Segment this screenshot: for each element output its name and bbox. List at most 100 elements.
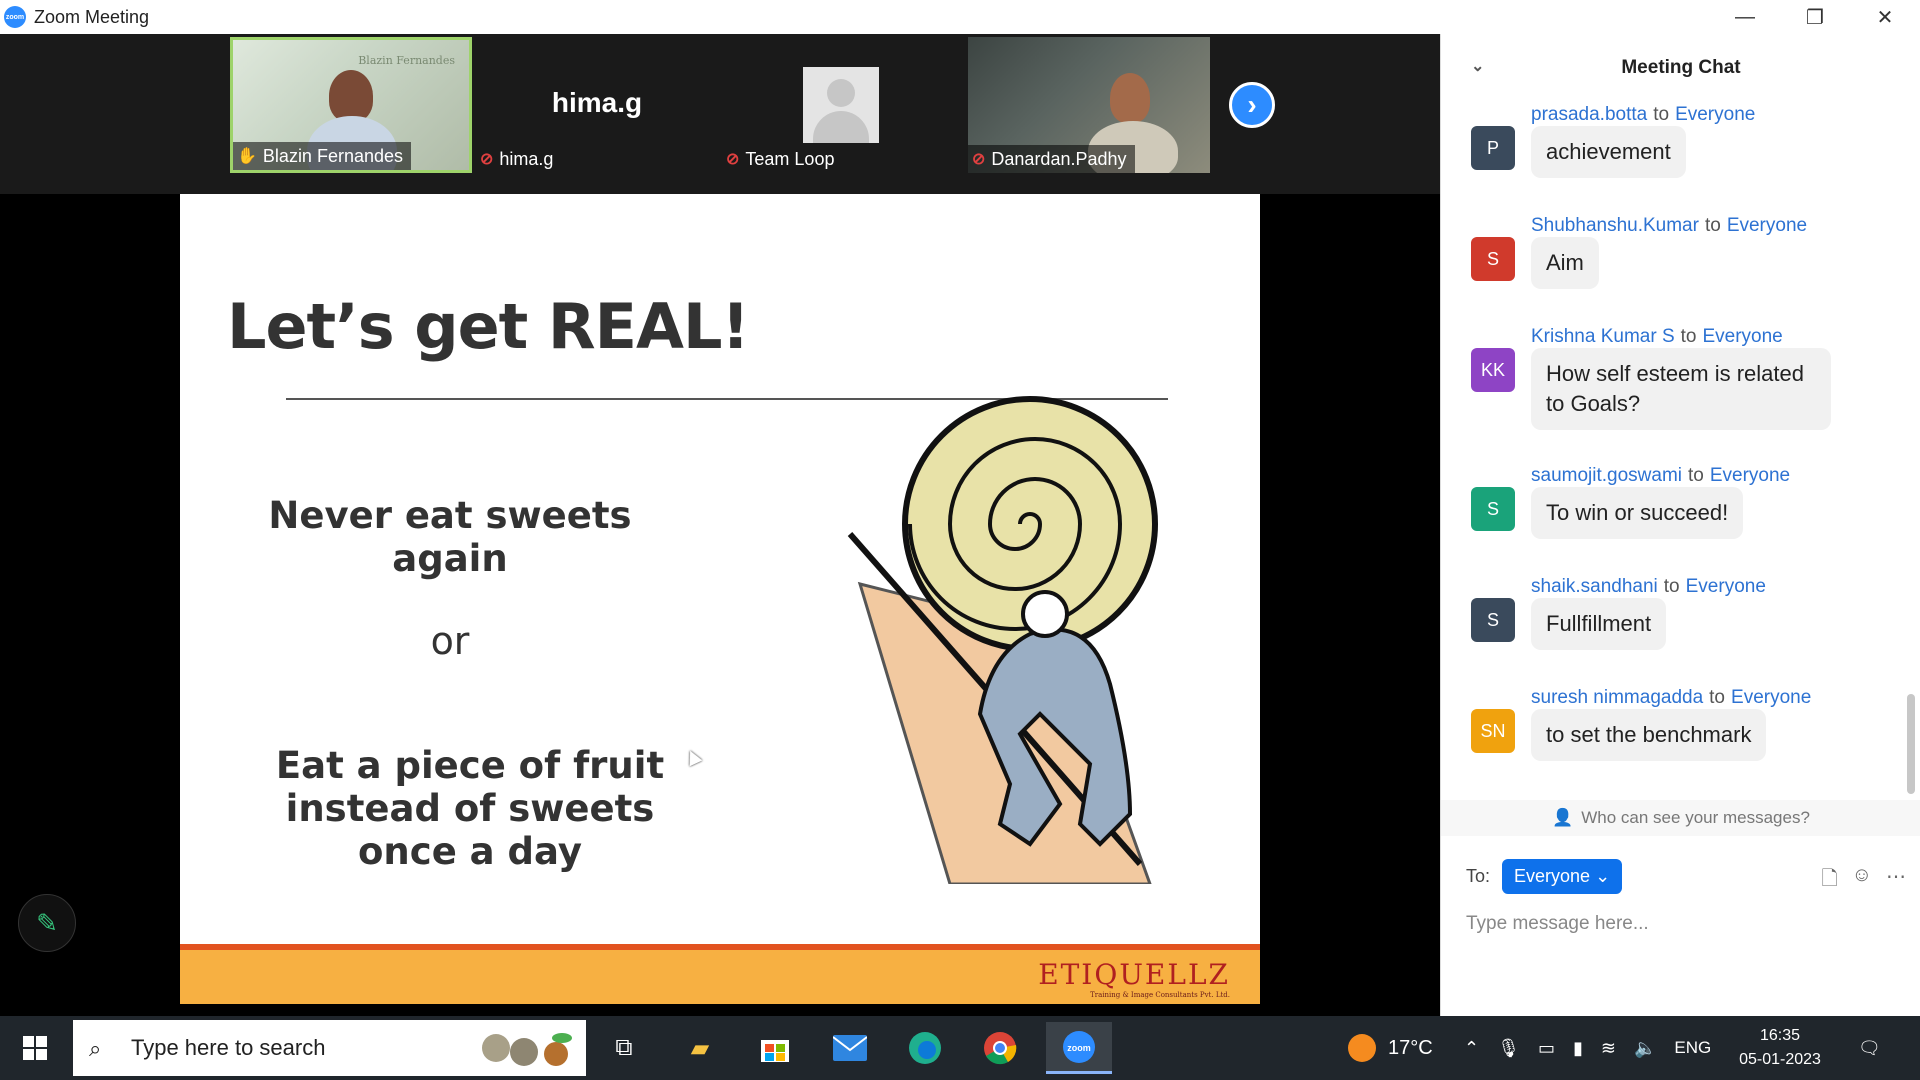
clock[interactable]: 16:35 05-01-2023: [1720, 1024, 1840, 1072]
message-meta: Krishna Kumar Sto Everyone: [1531, 326, 1783, 347]
message-meta: prasada.botta to Everyone: [1531, 104, 1756, 125]
privacy-note-text: Who can see your messages?: [1581, 808, 1810, 827]
next-page-button[interactable]: ›: [1229, 82, 1275, 128]
language-indicator[interactable]: ENG: [1674, 1038, 1711, 1058]
participant-tile[interactable]: ⊘ Team Loop: [722, 37, 964, 173]
sender-name[interactable]: Shubhanshu.Kumar: [1531, 215, 1699, 236]
edge-icon[interactable]: [895, 1022, 955, 1074]
weather-temp: 17°C: [1388, 1036, 1433, 1059]
meeting-chat-panel: ⌄ Meeting Chat P prasada.botta to Everyone…: [1440, 34, 1920, 1016]
close-button[interactable]: ✕: [1850, 0, 1920, 34]
windows-logo-icon: [23, 1036, 47, 1060]
chat-header: ⌄ Meeting Chat: [1441, 34, 1920, 102]
notification-icon[interactable]: 🗨: [1858, 1016, 1881, 1080]
participant-face: [329, 70, 373, 122]
recipient-name[interactable]: Everyone: [1675, 104, 1755, 125]
sun-icon: [1348, 1034, 1376, 1062]
recipient-name[interactable]: Everyone: [1727, 215, 1807, 236]
sender-name[interactable]: shaik.sandhani: [1531, 576, 1658, 597]
sender-name[interactable]: prasada.botta: [1531, 104, 1647, 125]
chat-title: Meeting Chat: [1621, 57, 1741, 78]
avatar: P: [1471, 126, 1515, 170]
volume-icon[interactable]: 🔈: [1634, 1038, 1656, 1059]
recipient-name[interactable]: Everyone: [1710, 465, 1790, 486]
avatar-placeholder-icon: [803, 67, 879, 143]
recipient-dropdown[interactable]: Everyone ⌄: [1502, 858, 1623, 894]
chevron-down-icon[interactable]: ⌄: [1471, 56, 1484, 76]
avatar: S: [1471, 598, 1515, 642]
restore-button[interactable]: ❐: [1780, 0, 1850, 34]
chat-message-list[interactable]: P prasada.botta to Everyone achievement S …: [1441, 104, 1911, 800]
avatar: KK: [1471, 348, 1515, 392]
participant-tile[interactable]: hima.g ⊘ hima.g: [476, 37, 718, 173]
windows-taskbar: ⌕ Type here to search ⧉ ▰ zoom 17°C ⌃ 🎙 …: [0, 1016, 1920, 1080]
participant-name-tag: ✋ Blazin Fernandes: [233, 142, 412, 170]
backdrop-text: Blazin Fernandes: [358, 54, 455, 67]
message-input[interactable]: [1466, 904, 1896, 944]
mic-muted-icon: ⊘: [480, 151, 494, 168]
svg-text:zoom: zoom: [1067, 1043, 1091, 1053]
zoom-logo-icon: zoom: [4, 6, 26, 28]
wifi-icon[interactable]: ≋: [1601, 1038, 1616, 1059]
date: 05-01-2023: [1739, 1051, 1821, 1068]
search-placeholder: Type here to search: [131, 1035, 326, 1060]
shared-screen-slide: Let’s get REAL! Never eat sweets again o…: [180, 194, 1260, 1004]
file-explorer-icon[interactable]: ▰: [670, 1022, 730, 1074]
participant-name-tag: ⊘ Danardan.Padhy: [968, 145, 1135, 173]
meeting-area: Blazin Fernandes ✋ Blazin Fernandes hima…: [0, 34, 1440, 1016]
participant-name: Team Loop: [745, 148, 835, 169]
participant-tile[interactable]: ⊘ Danardan.Padhy: [968, 37, 1210, 173]
display-icon[interactable]: ▭: [1538, 1038, 1555, 1059]
weather-widget[interactable]: 17°C: [1348, 1016, 1433, 1080]
message-bubble: to set the benchmark: [1531, 709, 1767, 761]
etiquellz-logo: ETIQUELLZ Training & Image Consultants P…: [1038, 958, 1230, 999]
chat-scrollbar[interactable]: [1907, 694, 1915, 794]
window-controls: — ❐ ✕: [1710, 0, 1920, 34]
logo-text: ETIQUELLZ: [1038, 958, 1230, 991]
file-icon[interactable]: 🗋: [1821, 864, 1837, 898]
recipient-name[interactable]: Everyone: [1731, 687, 1811, 708]
sisyphus-illustration: [847, 396, 1158, 884]
minimize-button[interactable]: —: [1710, 0, 1780, 34]
slide-text-or: or: [430, 619, 470, 663]
participant-name-tag: ⊘ hima.g: [476, 145, 561, 173]
message-meta: suresh nimmagadda to Everyone: [1531, 687, 1812, 708]
battery-icon[interactable]: ▮: [1573, 1038, 1583, 1059]
slide-title: Let’s get REAL!: [227, 290, 750, 363]
message-meta: shaik.sandhani to Everyone: [1531, 576, 1766, 597]
sender-name[interactable]: saumojit.goswami: [1531, 465, 1682, 486]
participant-name: Danardan.Padhy: [991, 148, 1127, 169]
logo-subtext: Training & Image Consultants Pvt. Ltd.: [1090, 991, 1230, 999]
message-bubble: Aim: [1531, 237, 1599, 289]
sender-name[interactable]: Krishna Kumar S: [1531, 326, 1675, 347]
search-icon: ⌕: [89, 1036, 102, 1061]
recipient-name[interactable]: Everyone: [1686, 576, 1766, 597]
slide-text-option-2: Eat a piece of fruit instead of sweets o…: [275, 744, 665, 873]
pin-icon: ✋: [237, 148, 257, 165]
sender-name[interactable]: suresh nimmagadda: [1531, 687, 1703, 708]
privacy-note[interactable]: 👤 Who can see your messages?: [1441, 800, 1920, 836]
chevron-down-icon: ⌄: [1595, 865, 1611, 886]
taskbar-search[interactable]: ⌕ Type here to search: [73, 1020, 586, 1076]
mail-icon[interactable]: [820, 1022, 880, 1074]
zoom-app-icon[interactable]: zoom: [1046, 1022, 1112, 1074]
title-bar: zoom Zoom Meeting — ❐ ✕: [0, 0, 1920, 34]
start-button[interactable]: [0, 1016, 70, 1080]
microphone-icon[interactable]: 🎙: [1497, 1038, 1520, 1059]
participant-tile[interactable]: Blazin Fernandes ✋ Blazin Fernandes: [230, 37, 472, 173]
message-meta: Shubhanshu.Kumar to Everyone: [1531, 215, 1808, 236]
emoji-icon[interactable]: ☺: [1852, 864, 1872, 898]
recipient-row: To: Everyone ⌄ 🗋 ☺ ⋯: [1466, 856, 1906, 896]
recipient-name[interactable]: Everyone: [1702, 326, 1782, 347]
chrome-icon[interactable]: [970, 1022, 1030, 1074]
participant-name: hima.g: [499, 148, 554, 169]
message-bubble: How self esteem is related to Goals?: [1531, 348, 1831, 430]
avatar: SN: [1471, 709, 1515, 753]
chevron-up-icon[interactable]: ⌃: [1464, 1038, 1479, 1059]
microsoft-store-icon[interactable]: [745, 1022, 805, 1074]
annotate-button[interactable]: ✎: [18, 894, 76, 952]
pencil-icon: ✎: [36, 907, 58, 938]
more-icon[interactable]: ⋯: [1886, 864, 1906, 898]
time: 16:35: [1759, 1027, 1801, 1044]
task-view-icon[interactable]: ⧉: [594, 1022, 654, 1074]
